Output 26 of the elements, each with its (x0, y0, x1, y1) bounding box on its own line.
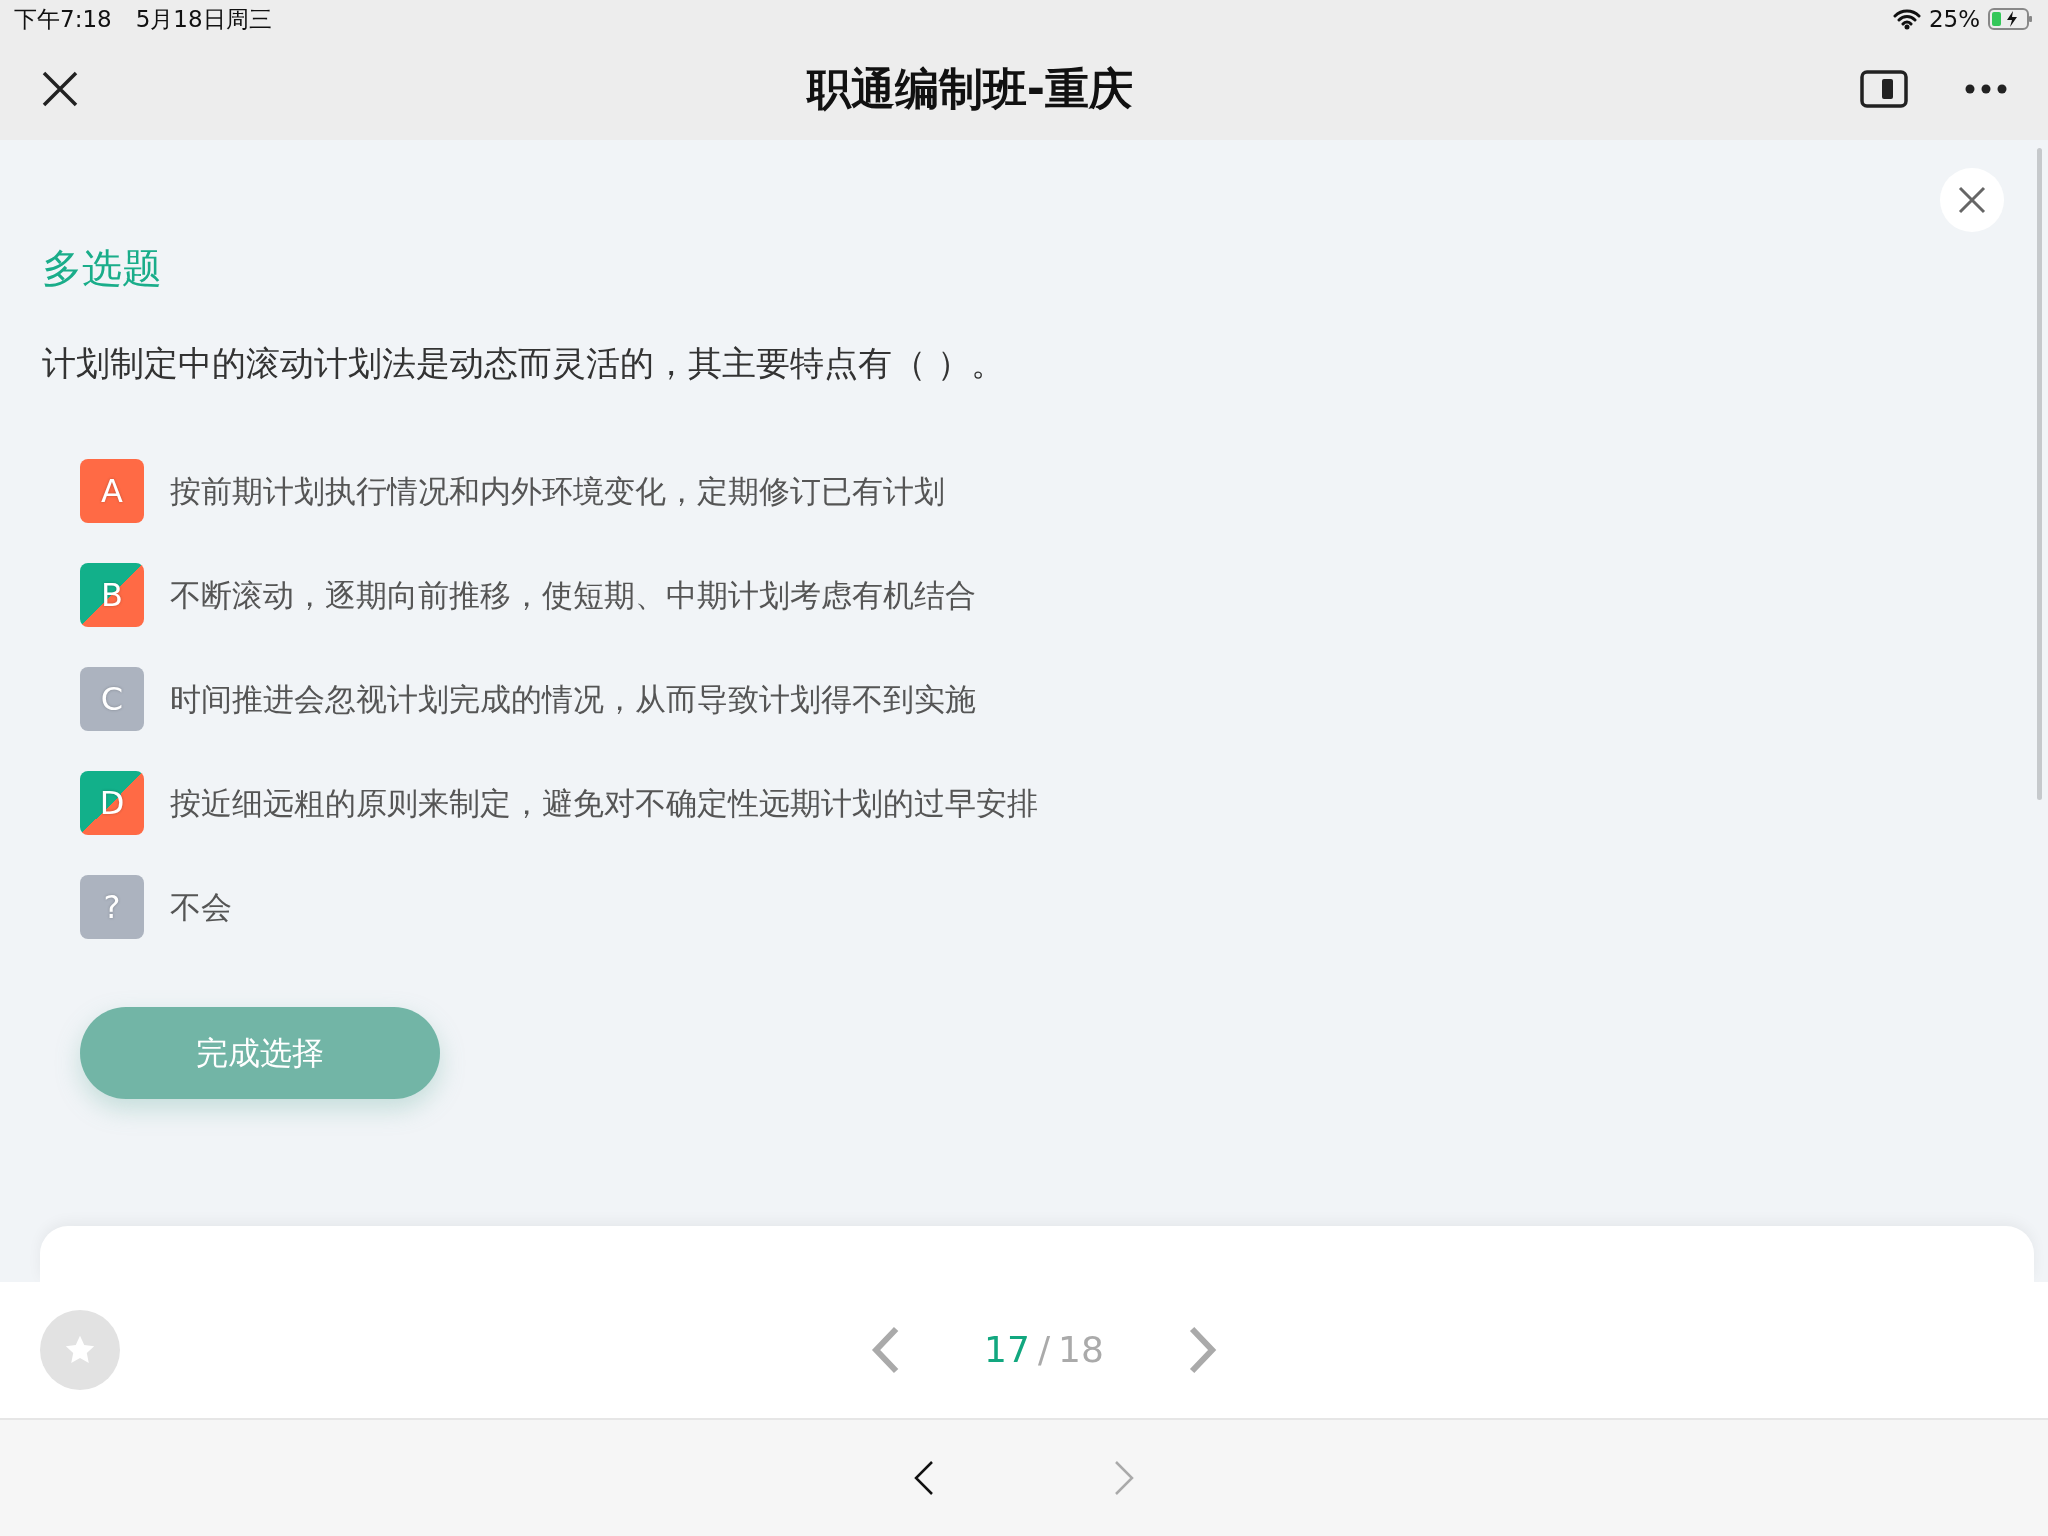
option-text[interactable]: 不断滚动，逐期向前推移，使短期、中期计划考虑有机结合 (170, 571, 976, 619)
back-button[interactable] (914, 1460, 934, 1496)
current-page: 17 (984, 1328, 1030, 1372)
wifi-icon (1892, 8, 1921, 30)
option-text[interactable]: 按前期计划执行情况和内外环境变化，定期修订已有计划 (170, 467, 945, 515)
close-button[interactable] (40, 69, 80, 109)
status-time: 下午7:18 (14, 4, 112, 34)
battery-percent: 25% (1928, 4, 1980, 34)
total-pages: 18 (1058, 1328, 1104, 1372)
question-type-label: 多选题 (42, 244, 163, 293)
option-letter[interactable]: A (80, 459, 144, 523)
more-button[interactable] (1964, 83, 2008, 95)
option-text[interactable]: 按近细远粗的原则来制定，避免对不确定性远期计划的过早安排 (170, 779, 1038, 827)
option-letter[interactable]: ? (80, 875, 144, 939)
status-date: 5月18日周三 (135, 4, 272, 34)
option-letter[interactable]: C (80, 667, 144, 731)
page-separator: / (1037, 1328, 1051, 1372)
page-title: 职通编制班-重庆 (806, 62, 1134, 116)
submit-button[interactable]: 完成选择 (80, 1007, 440, 1099)
scrollbar[interactable] (2037, 148, 2042, 800)
close-icon (1957, 185, 1987, 215)
window-toggle-button[interactable] (1860, 70, 1908, 108)
option-text[interactable]: 时间推进会忽视计划完成的情况，从而导致计划得不到实施 (170, 675, 976, 723)
question-text: 计划制定中的滚动计划法是动态而灵活的，其主要特点有（ ）。 (42, 342, 1006, 385)
option-text[interactable]: 不会 (170, 883, 232, 931)
battery-icon (1988, 7, 2034, 31)
